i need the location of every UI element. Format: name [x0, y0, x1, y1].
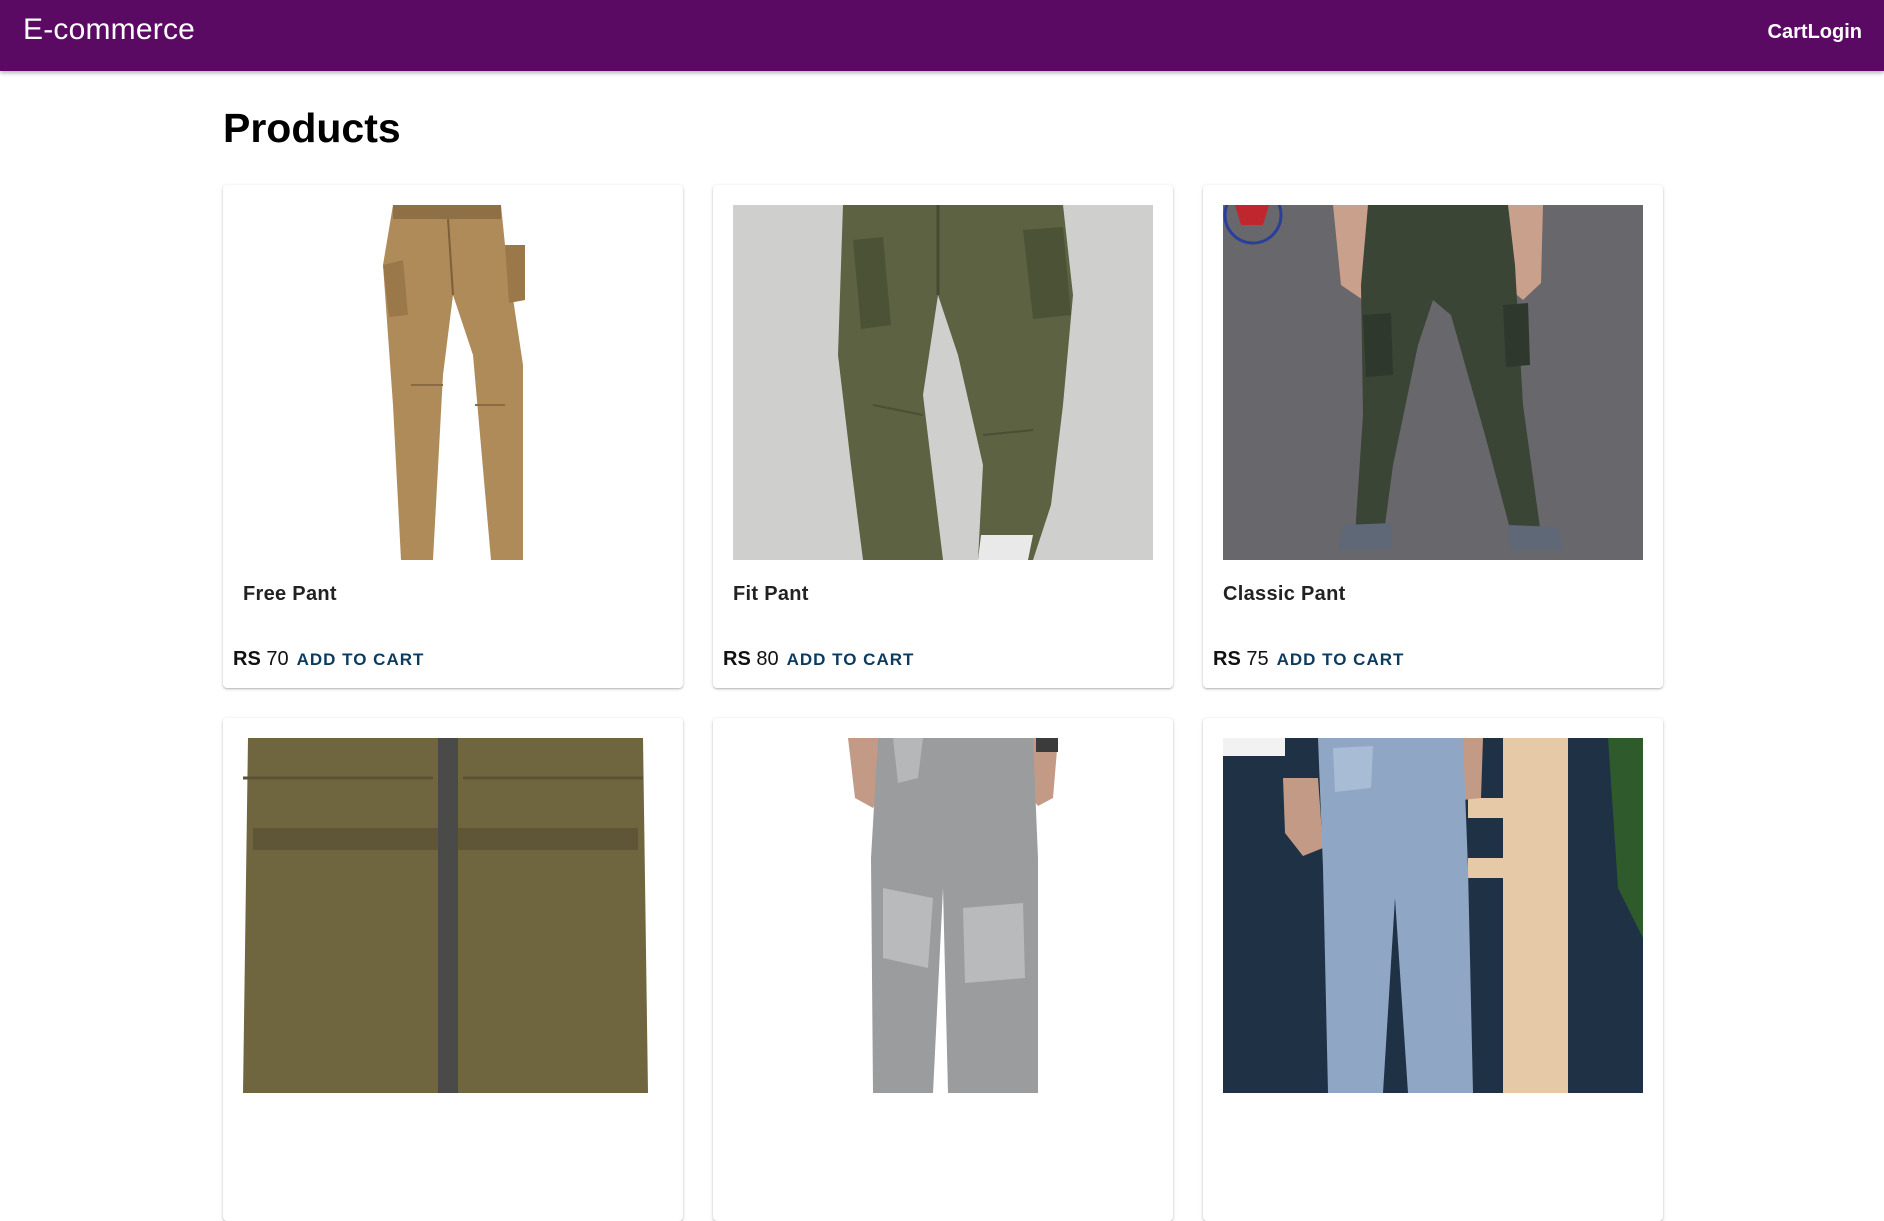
product-card — [713, 718, 1173, 1221]
nav-links: Cart Login — [1768, 21, 1862, 44]
convertible-pant-image — [243, 738, 663, 1093]
product-card: Classic Pant RS 75 ADD TO CART — [1203, 185, 1663, 688]
grey-jeans-image — [733, 738, 1153, 1093]
product-price: RS 70 — [233, 648, 289, 671]
page-title: Products — [223, 105, 401, 151]
price-value: 75 — [1246, 648, 1269, 670]
product-name: Fit Pant — [733, 583, 809, 605]
product-name: Classic Pant — [1223, 583, 1346, 605]
product-price: RS 75 — [1213, 648, 1269, 671]
add-to-cart-button[interactable]: ADD TO CART — [787, 650, 915, 670]
card-actions: RS 75 ADD TO CART — [1213, 648, 1404, 671]
product-image[interactable] — [243, 738, 663, 1093]
product-image[interactable] — [733, 738, 1153, 1093]
blue-jeans-image — [1223, 738, 1643, 1093]
add-to-cart-button[interactable]: ADD TO CART — [1277, 650, 1405, 670]
product-card — [1203, 718, 1663, 1221]
cart-link[interactable]: Cart — [1768, 21, 1808, 44]
product-price: RS 80 — [723, 648, 779, 671]
product-image[interactable] — [733, 205, 1153, 560]
card-actions: RS 70 ADD TO CART — [233, 648, 424, 671]
price-currency: RS — [723, 648, 751, 670]
add-to-cart-button[interactable]: ADD TO CART — [297, 650, 425, 670]
price-value: 70 — [266, 648, 289, 670]
product-image[interactable] — [243, 205, 663, 560]
price-value: 80 — [756, 648, 779, 670]
price-currency: RS — [1213, 648, 1241, 670]
price-currency: RS — [233, 648, 261, 670]
product-image[interactable] — [1223, 205, 1643, 560]
khaki-cargo-pant-image — [243, 205, 663, 560]
brand-title[interactable]: E-commerce — [23, 13, 195, 47]
app-bar: E-commerce Cart Login — [0, 0, 1884, 71]
product-name: Free Pant — [243, 583, 337, 605]
login-link[interactable]: Login — [1808, 21, 1862, 44]
product-card — [223, 718, 683, 1221]
product-image[interactable] — [1223, 738, 1643, 1093]
product-card: Fit Pant RS 80 ADD TO CART — [713, 185, 1173, 688]
product-card: Free Pant RS 70 ADD TO CART — [223, 185, 683, 688]
card-actions: RS 80 ADD TO CART — [723, 648, 914, 671]
dark-green-pant-image — [1223, 205, 1643, 560]
olive-cargo-pant-image — [733, 205, 1153, 560]
